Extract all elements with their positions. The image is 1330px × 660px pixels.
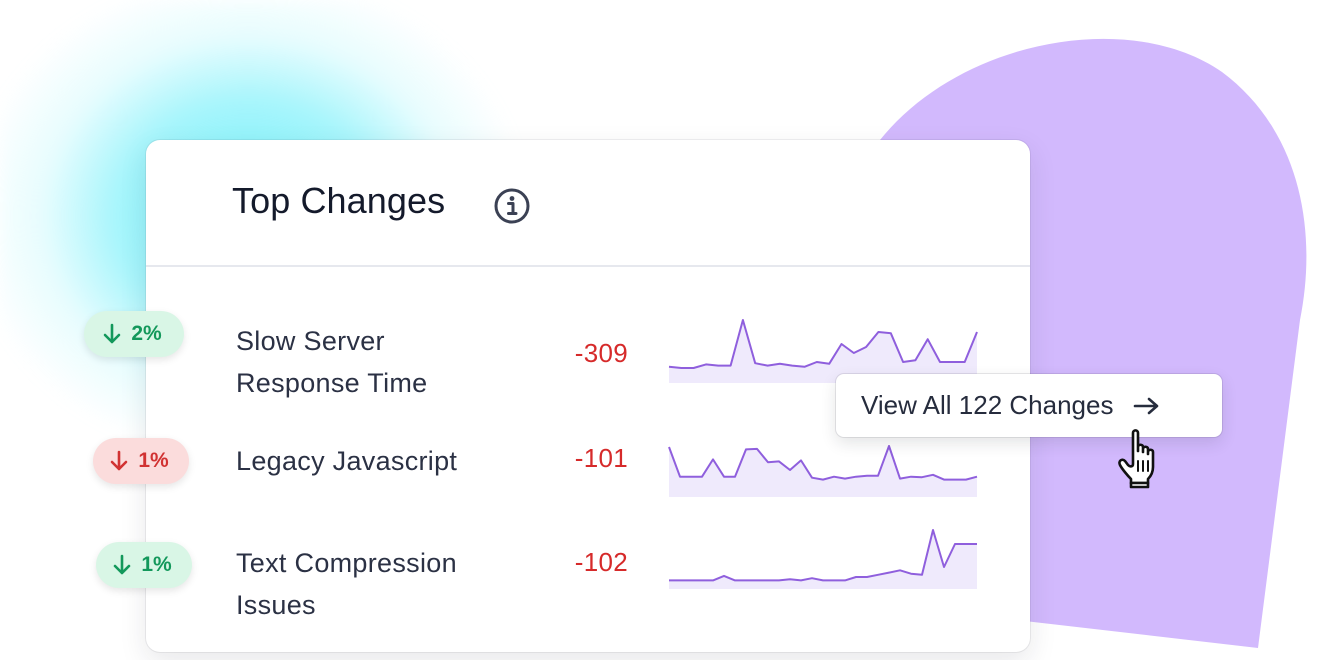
badge-percent: 1% xyxy=(141,553,172,576)
page: { "card": { "title": "Top Changes", "inf… xyxy=(0,0,1330,660)
badge-percent: 1% xyxy=(138,449,169,472)
header-divider xyxy=(146,265,1030,267)
change-value: -309 xyxy=(574,338,628,368)
view-all-changes-button[interactable]: View All 122 Changes xyxy=(836,374,1222,437)
arrow-down-icon xyxy=(111,450,128,471)
arrow-right-icon xyxy=(1134,397,1159,414)
change-badge: 1% xyxy=(93,438,189,484)
card-title: Top Changes xyxy=(232,180,446,221)
arrow-down-icon xyxy=(104,323,121,344)
badge-percent: 2% xyxy=(131,322,162,345)
change-label[interactable]: Slow Server Response Time xyxy=(236,320,506,404)
change-label[interactable]: Text Compression Issues xyxy=(236,542,506,626)
sparkline-area xyxy=(669,446,977,497)
change-label[interactable]: Legacy Javascript xyxy=(236,440,506,482)
view-all-label: View All 122 Changes xyxy=(861,390,1114,420)
sparkline xyxy=(669,529,977,589)
change-value: -101 xyxy=(574,443,628,473)
arrow-down-icon xyxy=(114,554,131,575)
hand-pointer-icon xyxy=(1118,429,1155,489)
sparkline xyxy=(668,445,978,497)
change-badge: 2% xyxy=(84,311,184,357)
change-badge: 1% xyxy=(96,542,192,588)
info-icon[interactable] xyxy=(492,186,532,226)
change-value: -102 xyxy=(574,547,628,577)
